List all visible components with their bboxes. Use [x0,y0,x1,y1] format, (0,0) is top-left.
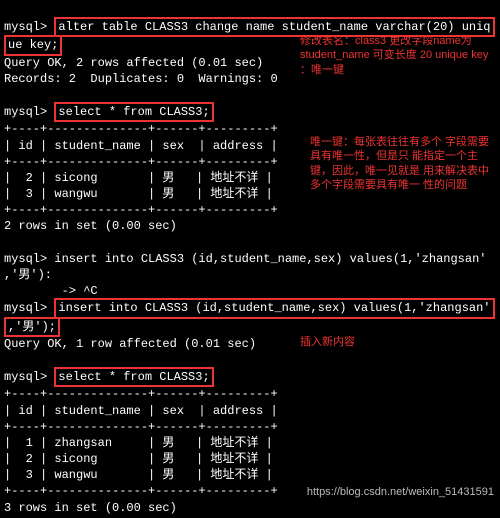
table-border: +----+--------------+------+---------+ [4,387,278,401]
ctrl-c: -> ^C [4,284,98,298]
records-line: Records: 2 Duplicates: 0 Warnings: 0 [4,72,278,86]
table-row: | 2 | sicong | 男 | 地址不详 | [4,171,273,185]
table-row: | 2 | sicong | 男 | 地址不详 | [4,452,273,466]
table-row: | 3 | wangwu | 男 | 地址不详 | [4,187,273,201]
table-border: +----+--------------+------+---------+ [4,122,278,136]
terminal-output: mysql> alter table CLASS3 change name st… [0,0,500,518]
table-border: +----+--------------+------+---------+ [4,420,278,434]
prompt: mysql> [4,20,54,34]
annotation-3: 插入新内容 [300,335,355,349]
prompt: mysql> [4,301,54,315]
prompt: mysql> [4,105,54,119]
table-row: | 1 | zhangsan | 男 | 地址不详 | [4,436,273,450]
annotation-2: 唯一键：每张表往往有多个 字段需要具有唯一性，但是只 能指定一个主键，因此，唯一… [310,135,495,192]
table-border: +----+--------------+------+---------+ [4,203,278,217]
sql-insert-1b: ,'男'): [4,268,52,282]
annotation-1: 修改表名：class3 更改字段name为 student_name 可变长度 … [300,34,490,77]
sql-select-box-2: select * from CLASS3; [54,367,213,387]
sql-insert-1a: mysql> insert into CLASS3 (id,student_na… [4,252,486,266]
table-border: +----+--------------+------+---------+ [4,155,278,169]
sql-insert-box-2: ,'男'); [4,317,60,337]
source-url: https://blog.csdn.net/weixin_51431591 [307,486,494,498]
rows-in-set: 3 rows in set (0.00 sec) [4,501,177,515]
rows-in-set: 2 rows in set (0.00 sec) [4,219,177,233]
sql-insert-box: insert into CLASS3 (id,student_name,sex)… [54,298,494,318]
query-ok: Query OK, 2 rows affected (0.01 sec) [4,56,263,70]
query-ok: Query OK, 1 row affected (0.01 sec) [4,337,256,351]
prompt: mysql> [4,370,54,384]
table-header: | id | student_name | sex | address | [4,404,278,418]
table-border: +----+--------------+------+---------+ [4,484,278,498]
sql-alter-box-2: ue key; [4,35,62,55]
sql-select-box-1: select * from CLASS3; [54,102,213,122]
table-header: | id | student_name | sex | address | [4,139,278,153]
table-row: | 3 | wangwu | 男 | 地址不详 | [4,468,273,482]
